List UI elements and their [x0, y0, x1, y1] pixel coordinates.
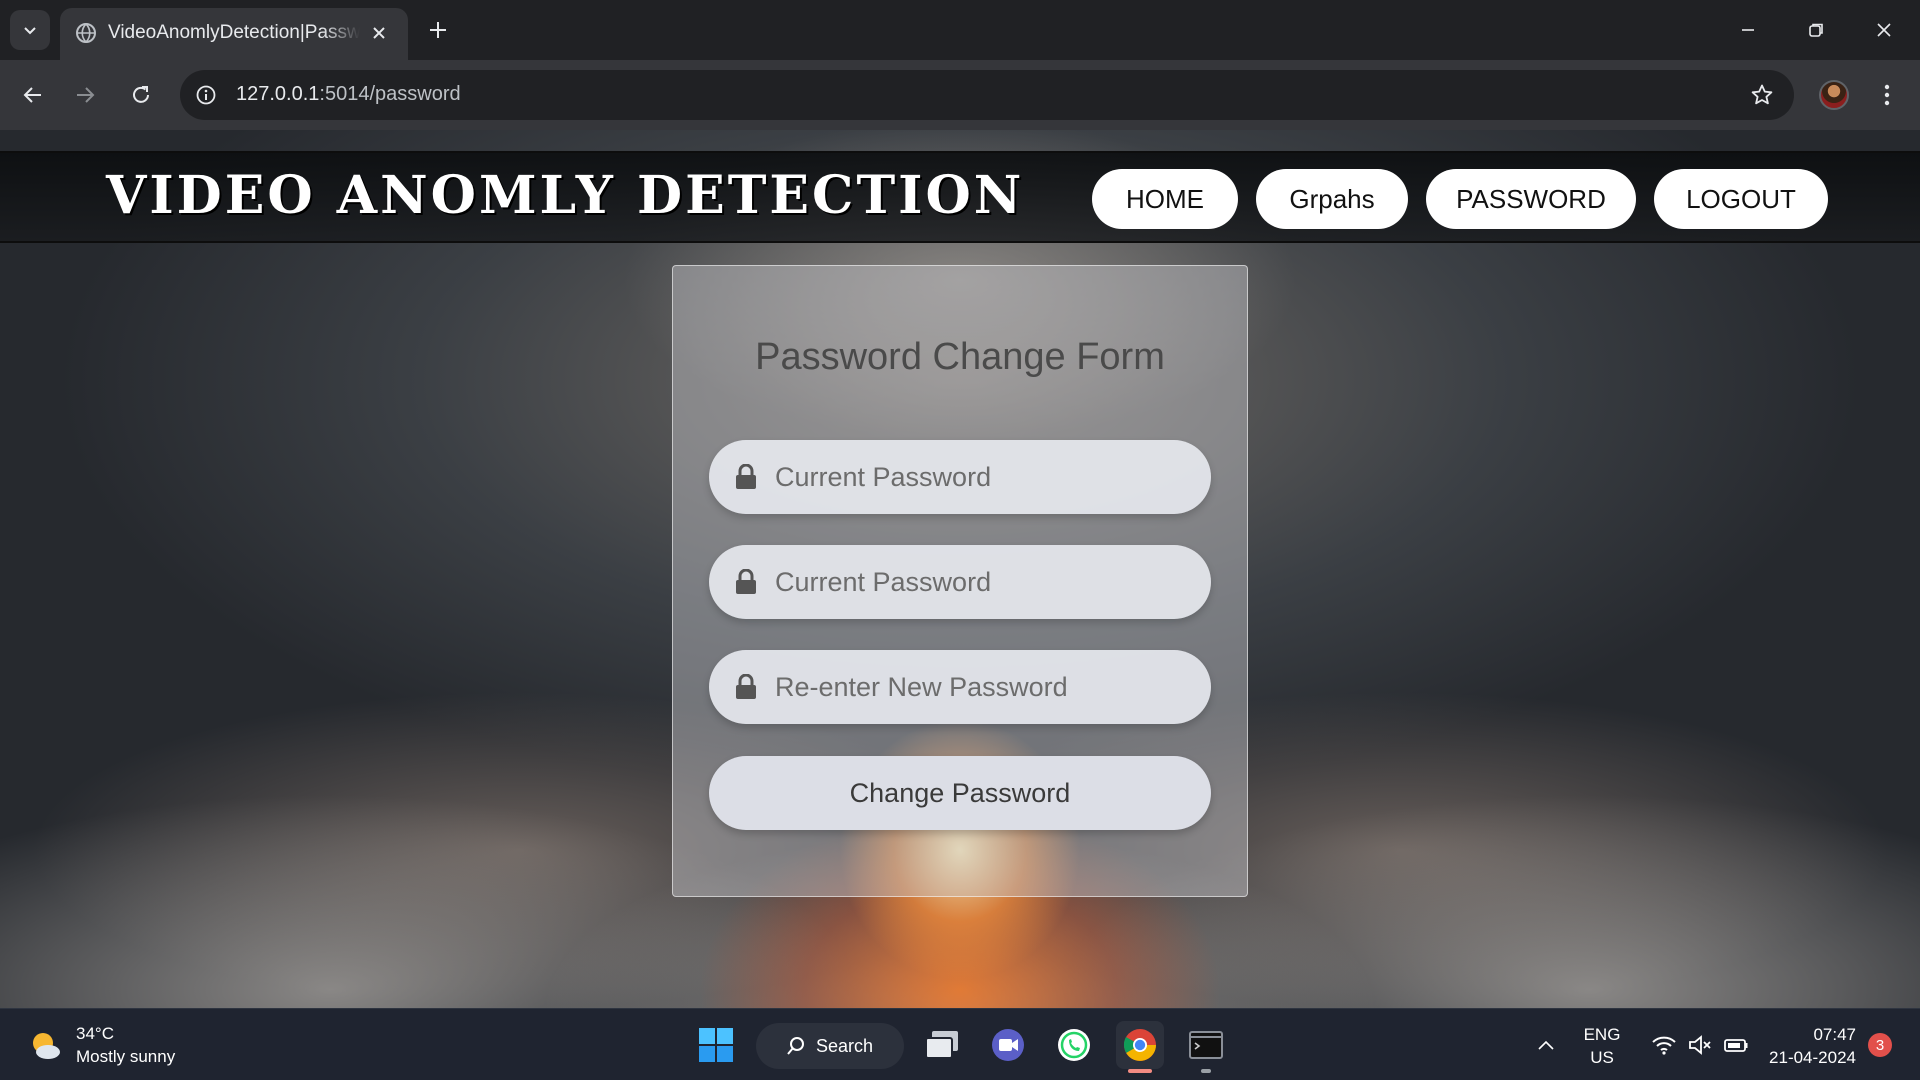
lock-icon — [736, 569, 756, 594]
chrome-icon — [1123, 1029, 1156, 1061]
browser-tab-active[interactable]: VideoAnomlyDetection|Password — [60, 8, 408, 60]
profile-avatar[interactable] — [1819, 80, 1849, 110]
reload-icon — [133, 86, 149, 103]
chevron-up-icon — [1538, 1040, 1554, 1050]
search-icon — [787, 1037, 804, 1055]
taskbar: 34°C Mostly sunny Search ENG US 07:47 21 — [0, 1008, 1920, 1080]
new-password-input[interactable] — [775, 545, 1195, 619]
whatsapp-button[interactable] — [1050, 1021, 1098, 1069]
page-viewport: VIDEO ANOMLY DETECTION HOME Grpahs PASSW… — [0, 130, 1920, 1008]
chrome-active-indicator — [1128, 1069, 1152, 1073]
task-view-button[interactable] — [918, 1021, 966, 1069]
taskbar-search[interactable]: Search — [756, 1023, 904, 1069]
lock-icon — [736, 674, 756, 699]
weather-widget[interactable]: 34°C Mostly sunny — [28, 1021, 175, 1069]
minimize-button[interactable] — [1724, 6, 1772, 54]
browser-menu-button[interactable] — [1872, 77, 1902, 113]
terminal-icon — [1189, 1031, 1223, 1059]
window-close-button[interactable] — [1860, 6, 1908, 54]
url-text: 127.0.0.1:5014/password — [236, 83, 461, 106]
arrow-right-icon — [77, 87, 95, 103]
change-password-button[interactable]: Change Password — [709, 756, 1211, 830]
form-title: Password Change Form — [755, 336, 1165, 378]
tab-search-button[interactable] — [10, 10, 50, 50]
nav-home[interactable]: HOME — [1092, 169, 1238, 229]
address-bar[interactable]: 127.0.0.1:5014/password — [180, 70, 1794, 120]
terminal-running-indicator — [1201, 1069, 1211, 1073]
video-call-icon — [992, 1029, 1024, 1061]
language-indicator[interactable]: ENG US — [1572, 1023, 1632, 1069]
close-icon — [1877, 23, 1891, 37]
terminal-button[interactable] — [1182, 1021, 1230, 1069]
nav-logout[interactable]: LOGOUT — [1654, 169, 1828, 229]
bookmark-button[interactable] — [1748, 81, 1776, 109]
language-primary: ENG — [1583, 1025, 1621, 1044]
minimize-icon — [1742, 29, 1754, 31]
chrome-button[interactable] — [1116, 1021, 1164, 1069]
restore-icon — [1809, 23, 1823, 37]
browser-toolbar: 127.0.0.1:5014/password — [0, 60, 1920, 130]
speaker-muted-icon — [1689, 1035, 1711, 1055]
task-view-icon — [925, 1031, 958, 1059]
start-button[interactable] — [692, 1021, 740, 1069]
site-header: VIDEO ANOMLY DETECTION HOME Grpahs PASSW… — [0, 151, 1920, 243]
chevron-down-icon — [24, 27, 36, 35]
browser-tab-strip: VideoAnomlyDetection|Password — [0, 0, 1920, 60]
nav-graphs[interactable]: Grpahs — [1256, 169, 1408, 229]
plus-icon — [430, 22, 446, 38]
weather-temperature: 34°C — [76, 1024, 114, 1043]
tab-title: VideoAnomlyDetection|Password — [108, 22, 360, 43]
new-password-field[interactable] — [709, 545, 1211, 619]
star-icon — [1751, 84, 1773, 105]
current-password-input[interactable] — [775, 440, 1195, 514]
globe-icon — [76, 23, 96, 43]
site-info-button[interactable] — [192, 81, 220, 109]
wifi-icon — [1652, 1036, 1676, 1055]
forward-button[interactable] — [66, 76, 104, 114]
battery-icon — [1724, 1039, 1748, 1052]
url-path: :5014/password — [319, 83, 461, 105]
close-icon — [373, 27, 385, 39]
reload-button[interactable] — [122, 76, 160, 114]
restore-button[interactable] — [1792, 6, 1840, 54]
lock-icon — [736, 464, 756, 489]
back-button[interactable] — [14, 76, 52, 114]
new-tab-button[interactable] — [420, 12, 456, 48]
whatsapp-icon — [1058, 1029, 1090, 1061]
tab-close-button[interactable] — [366, 20, 392, 46]
password-change-form: Password Change Form Change Password — [672, 265, 1248, 897]
show-hidden-icons-button[interactable] — [1526, 1021, 1566, 1069]
current-password-field[interactable] — [709, 440, 1211, 514]
system-tray-quick-settings[interactable] — [1640, 1021, 1760, 1069]
more-vert-icon — [1884, 84, 1890, 106]
language-secondary: US — [1590, 1048, 1614, 1067]
clock[interactable]: 07:47 21-04-2024 — [1760, 1023, 1856, 1069]
clock-time: 07:47 — [1813, 1025, 1856, 1044]
search-label: Search — [816, 1035, 874, 1056]
confirm-password-field[interactable] — [709, 650, 1211, 724]
notification-badge[interactable]: 3 — [1868, 1033, 1892, 1057]
site-brand-title: VIDEO ANOMLY DETECTION — [106, 165, 1025, 226]
windows-logo-icon — [699, 1028, 733, 1062]
partly-sunny-icon — [33, 1033, 60, 1059]
clock-date: 21-04-2024 — [1769, 1048, 1856, 1067]
info-icon — [196, 85, 216, 105]
arrow-left-icon — [23, 87, 41, 103]
weather-description: Mostly sunny — [76, 1047, 176, 1066]
nav-password[interactable]: PASSWORD — [1426, 169, 1636, 229]
url-host: 127.0.0.1 — [236, 83, 320, 105]
confirm-password-input[interactable] — [775, 650, 1195, 724]
meet-app-button[interactable] — [984, 1021, 1032, 1069]
